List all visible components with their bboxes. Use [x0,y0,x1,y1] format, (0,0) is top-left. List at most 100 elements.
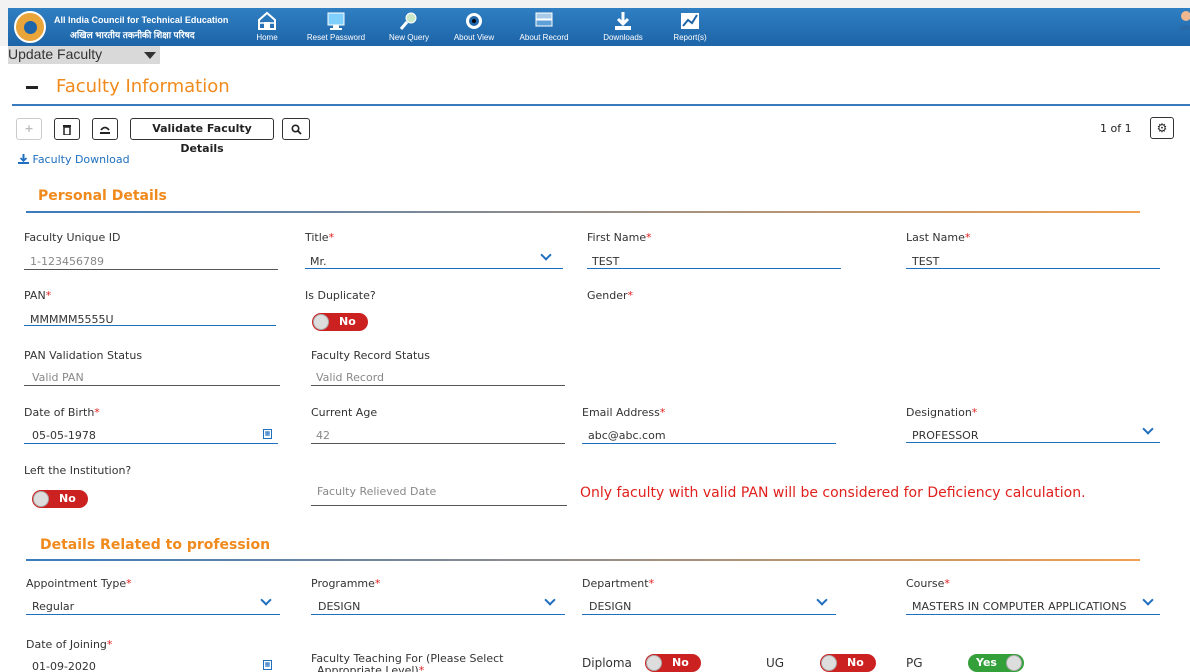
record-icon [535,12,553,27]
eye-icon [466,13,482,29]
last-name-field[interactable]: TEST [912,255,939,268]
appointment-underline [26,614,280,615]
email-field[interactable]: abc@abc.com [588,429,666,442]
user-avatar-icon[interactable] [1176,10,1190,30]
calendar-icon[interactable]: ▦ [263,660,272,670]
designation-label: Designation* [906,406,978,419]
pan-underline [24,325,276,326]
course-underline [906,614,1160,615]
email-label: Email Address* [582,406,666,419]
faculty-id-underline [24,269,278,270]
is-duplicate-value: No [339,315,356,328]
current-age-label: Current Age [311,406,378,419]
page-title-dropdown[interactable]: Update Faculty [8,46,160,64]
org-name-english: All India Council for Technical Educatio… [54,15,229,25]
first-name-label: First Name* [587,231,652,244]
left-institution-toggle[interactable]: No [32,490,88,508]
dob-underline [24,443,278,444]
left-institution-label: Left the Institution? [24,464,132,477]
top-header: All India Council for Technical Educatio… [0,0,1190,46]
pager-text: 1 of 1 [1100,122,1132,135]
doj-field[interactable]: 01-09-2020 [32,660,96,672]
appointment-type-label: Appointment Type* [26,577,132,590]
appointment-type-select[interactable]: Regular [32,600,74,613]
nav-new-query[interactable]: New Query [386,8,432,46]
undo-button[interactable] [92,118,118,140]
pan-status-label: PAN Validation Status [24,349,143,362]
nav-about-record[interactable]: About Record [516,8,572,46]
title-label: Title* [305,231,335,244]
last-name-underline [906,268,1160,269]
course-chevron-down-icon[interactable] [1142,594,1154,606]
aicte-logo [14,11,46,43]
section-divider [12,104,1190,106]
download-icon [18,154,29,164]
last-name-label: Last Name* [906,231,971,244]
diploma-value: No [672,656,689,669]
validate-faculty-button[interactable]: Validate Faculty Details [130,118,274,155]
new-query-icon [399,12,417,30]
pg-toggle[interactable]: Yes [968,654,1024,672]
title-chevron-down-icon[interactable] [540,249,552,261]
org-name-hindi: अखिल भारतीय तकनीकी शिक्षा परिषद [70,30,195,40]
nav-reset-password-label: Reset Password [306,33,366,42]
course-label: Course* [906,577,950,590]
teaching-for-label-2: Appropriate Level)* [317,664,425,672]
section-title: Faculty Information [56,76,230,97]
relieved-date-field[interactable]: Faculty Relieved Date [317,485,436,498]
pan-warning-message: Only faculty with valid PAN will be cons… [580,485,1086,501]
nav-reset-password[interactable]: Reset Password [302,8,370,46]
undo-icon [100,126,110,134]
search-icon [290,124,302,135]
first-name-field[interactable]: TEST [592,255,619,268]
calendar-icon[interactable]: ▦ [263,429,272,439]
dob-label: Date of Birth* [24,406,100,419]
nav-downloads[interactable]: Downloads [600,8,646,46]
header-banner: All India Council for Technical Educatio… [8,8,1190,46]
designation-select[interactable]: PROFESSOR [912,429,978,442]
toggle-knob [646,655,662,671]
current-age-value: 42 [316,429,330,442]
programme-select[interactable]: DESIGN [318,600,360,613]
report-chart-icon [681,13,699,29]
appointment-chevron-down-icon[interactable] [260,594,272,606]
nav-about-view[interactable]: About View [452,8,496,46]
download-icon [615,12,631,30]
delete-button[interactable] [54,118,80,140]
title-select[interactable]: Mr. [310,255,327,268]
title-underline [305,268,563,269]
nav-home[interactable]: Home [252,8,282,46]
ug-toggle[interactable]: No [820,654,876,672]
faculty-id-value: 1-123456789 [30,255,104,268]
nav-reports[interactable]: Report(s) [670,8,710,46]
dob-field[interactable]: 05-05-1978 [32,429,96,442]
record-status-underline [311,385,565,386]
nav-about-record-label: About Record [519,33,569,42]
course-select[interactable]: MASTERS IN COMPUTER APPLICATIONS [912,600,1140,613]
pan-label: PAN* [24,289,52,302]
personal-details-heading: Personal Details [38,188,167,204]
faculty-id-label: Faculty Unique ID [24,231,121,244]
department-underline [582,614,836,615]
is-duplicate-label: Is Duplicate? [305,289,376,302]
is-duplicate-toggle[interactable]: No [312,313,368,331]
pan-status-underline [24,385,280,386]
diploma-toggle[interactable]: No [645,654,701,672]
nav-reports-label: Report(s) [673,33,707,42]
programme-label: Programme* [311,577,381,590]
faculty-download-label: Faculty Download [32,153,130,166]
search-button[interactable] [282,118,310,140]
reset-password-icon [327,12,345,30]
programme-chevron-down-icon[interactable] [544,594,556,606]
faculty-download-link[interactable]: Faculty Download [18,153,130,166]
department-select[interactable]: DESIGN [589,600,631,613]
settings-button[interactable]: ⚙ [1150,117,1174,139]
programme-underline [311,614,565,615]
designation-chevron-down-icon[interactable] [1142,423,1154,435]
toggle-knob [313,314,329,330]
add-button[interactable]: + [16,118,42,140]
personal-details-divider [26,211,1140,213]
collapse-icon[interactable] [26,86,38,89]
department-chevron-down-icon[interactable] [816,594,828,606]
trash-icon [63,125,71,136]
